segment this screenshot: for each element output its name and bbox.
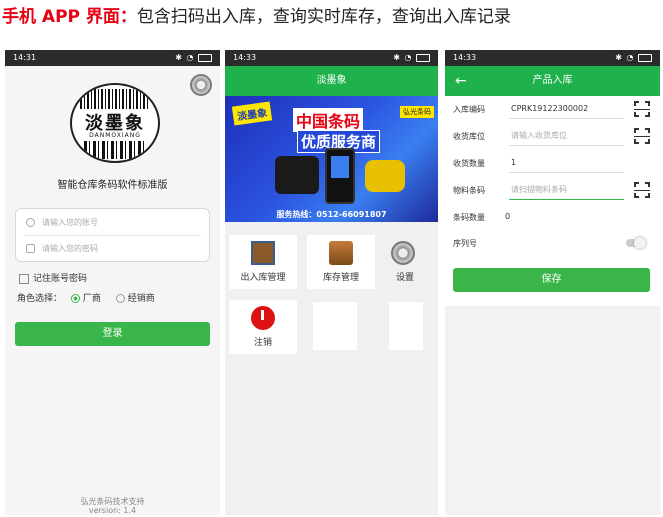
serial-toggle[interactable]	[626, 237, 646, 249]
inbound-code-row: 入库编码 CPRK19122300002	[445, 96, 660, 123]
password-input[interactable]: 请输入您的密码	[24, 237, 201, 261]
inbound-code-field[interactable]: CPRK19122300002	[509, 100, 624, 119]
settings-gear-icon[interactable]	[190, 74, 212, 96]
status-icons: ✱ ◔	[175, 50, 212, 66]
barcode-graphic-bottom	[84, 141, 146, 159]
battery-icon	[416, 53, 430, 62]
quantity-label: 收货数量	[453, 159, 485, 168]
tile-settings[interactable]: 设置	[371, 235, 438, 289]
checkbox-icon[interactable]	[19, 273, 29, 284]
barcode-count-value: 0	[505, 212, 511, 221]
status-time: 14:33	[453, 53, 477, 62]
battery-icon	[638, 53, 652, 62]
location-field[interactable]: 请输入收货库位	[509, 127, 624, 146]
remember-label: 记住账号密码	[33, 274, 88, 284]
role-option-manufacturer[interactable]: 厂商	[83, 294, 101, 304]
lock-icon	[26, 244, 35, 253]
tile-label: 设置	[395, 273, 414, 283]
status-bar: 14:33 ✱ ◔	[445, 50, 660, 66]
save-button[interactable]: 保存	[453, 268, 650, 292]
heading-prefix: 手机 APP 界面：	[2, 7, 137, 27]
brand-logo: 淡墨象 DANMOXIANG	[70, 83, 160, 163]
tile-logout[interactable]: 注销	[229, 300, 297, 354]
banner-hotline: 服务热线：0512-66091807	[276, 210, 387, 219]
serial-row: 序列号	[445, 230, 660, 257]
user-icon	[26, 218, 35, 227]
app-name: 智能仓库条码软件标准版	[57, 180, 168, 191]
title-bar: ← 产品入库	[445, 66, 660, 96]
status-time: 14:31	[13, 53, 37, 62]
status-time: 14:33	[233, 53, 257, 62]
serial-label: 序列号	[453, 239, 477, 248]
home-screen: 14:33 ✱ ◔ 淡墨象 淡墨象 弘光条码 中国条码 优质服务商 服务热线：0…	[225, 50, 438, 515]
role-radio-manufacturer[interactable]	[70, 294, 80, 303]
status-bar: 14:33 ✱ ◔	[225, 50, 438, 66]
inout-box-icon	[251, 241, 275, 265]
tile-inout-management[interactable]: 出入库管理	[229, 235, 297, 289]
barcode-count-label: 条码数量	[453, 213, 485, 222]
role-option-dealer[interactable]: 经销商	[128, 294, 155, 304]
tile-label: 出入库管理	[240, 273, 286, 283]
scan-icon[interactable]	[634, 128, 650, 144]
login-screen: 14:31 ✱ ◔ 淡墨象 DANMOXIANG 智能仓库条码软件标准版 请输入…	[5, 50, 220, 515]
quantity-field[interactable]: 1	[509, 154, 624, 173]
account-placeholder: 请输入您的账号	[42, 218, 98, 227]
location-label: 收货库位	[453, 132, 485, 141]
printer-image	[275, 156, 319, 194]
role-radio-dealer[interactable]	[115, 294, 125, 303]
tile-inventory-management[interactable]: 库存管理	[307, 235, 375, 289]
gear-icon	[391, 241, 415, 265]
tile-empty	[389, 302, 423, 350]
password-placeholder: 请输入您的密码	[42, 244, 98, 253]
page-title: 产品入库	[532, 75, 573, 86]
remember-checkbox[interactable]: 记住账号密码	[19, 271, 87, 284]
login-button[interactable]: 登录	[15, 322, 210, 346]
scan-icon[interactable]	[634, 182, 650, 198]
status-bar: 14:31 ✱ ◔	[5, 50, 220, 66]
page-heading: 手机 APP 界面：包含扫码出入库，查询实时库存，查询出入库记录	[2, 4, 662, 30]
role-selector: 角色选择： 厂商 经销商	[17, 291, 155, 304]
account-input[interactable]: 请输入您的账号	[24, 211, 201, 236]
tile-label: 库存管理	[322, 273, 359, 283]
barcode-graphic	[80, 89, 150, 109]
scanner-image	[365, 160, 405, 192]
promo-banner[interactable]: 淡墨象 弘光条码 中国条码 优质服务商 服务热线：0512-66091807	[225, 96, 438, 222]
barcode-field[interactable]: 请扫描物料条码	[509, 181, 624, 200]
page-title: 淡墨象	[225, 66, 438, 96]
tile-label: 注销	[253, 338, 272, 348]
battery-icon	[198, 53, 212, 62]
login-form: 请输入您的账号 请输入您的密码	[15, 208, 210, 262]
barcode-row: 物料条码 请扫描物料条码	[445, 177, 660, 204]
barcode-count-row: 条码数量 0	[445, 204, 660, 231]
warehouse-icon	[329, 241, 353, 265]
logo-subtext: DANMOXIANG	[89, 132, 141, 139]
back-arrow-icon[interactable]: ←	[455, 66, 467, 96]
status-icons: ✱ ◔	[393, 50, 430, 66]
banner-line1: 中国条码	[293, 108, 364, 132]
location-row: 收货库位 请输入收货库位	[445, 123, 660, 150]
inbound-code-label: 入库编码	[453, 105, 485, 114]
power-icon	[251, 306, 275, 330]
banner-tag: 弘光条码	[400, 106, 434, 118]
scan-icon[interactable]	[634, 101, 650, 117]
product-inbound-screen: 14:33 ✱ ◔ ← 产品入库 入库编码 CPRK19122300002 收货…	[445, 50, 660, 515]
handheld-image	[325, 148, 355, 204]
status-icons: ✱ ◔	[615, 50, 652, 66]
footer-version: version: 1.4	[88, 506, 137, 515]
barcode-label: 物料条码	[453, 186, 485, 195]
heading-text: 包含扫码出入库，查询实时库存，查询出入库记录	[136, 7, 511, 27]
role-label: 角色选择：	[17, 294, 63, 304]
quantity-row: 收货数量 1	[445, 150, 660, 177]
banner-badge: 淡墨象	[231, 101, 273, 126]
tile-empty	[313, 302, 357, 350]
